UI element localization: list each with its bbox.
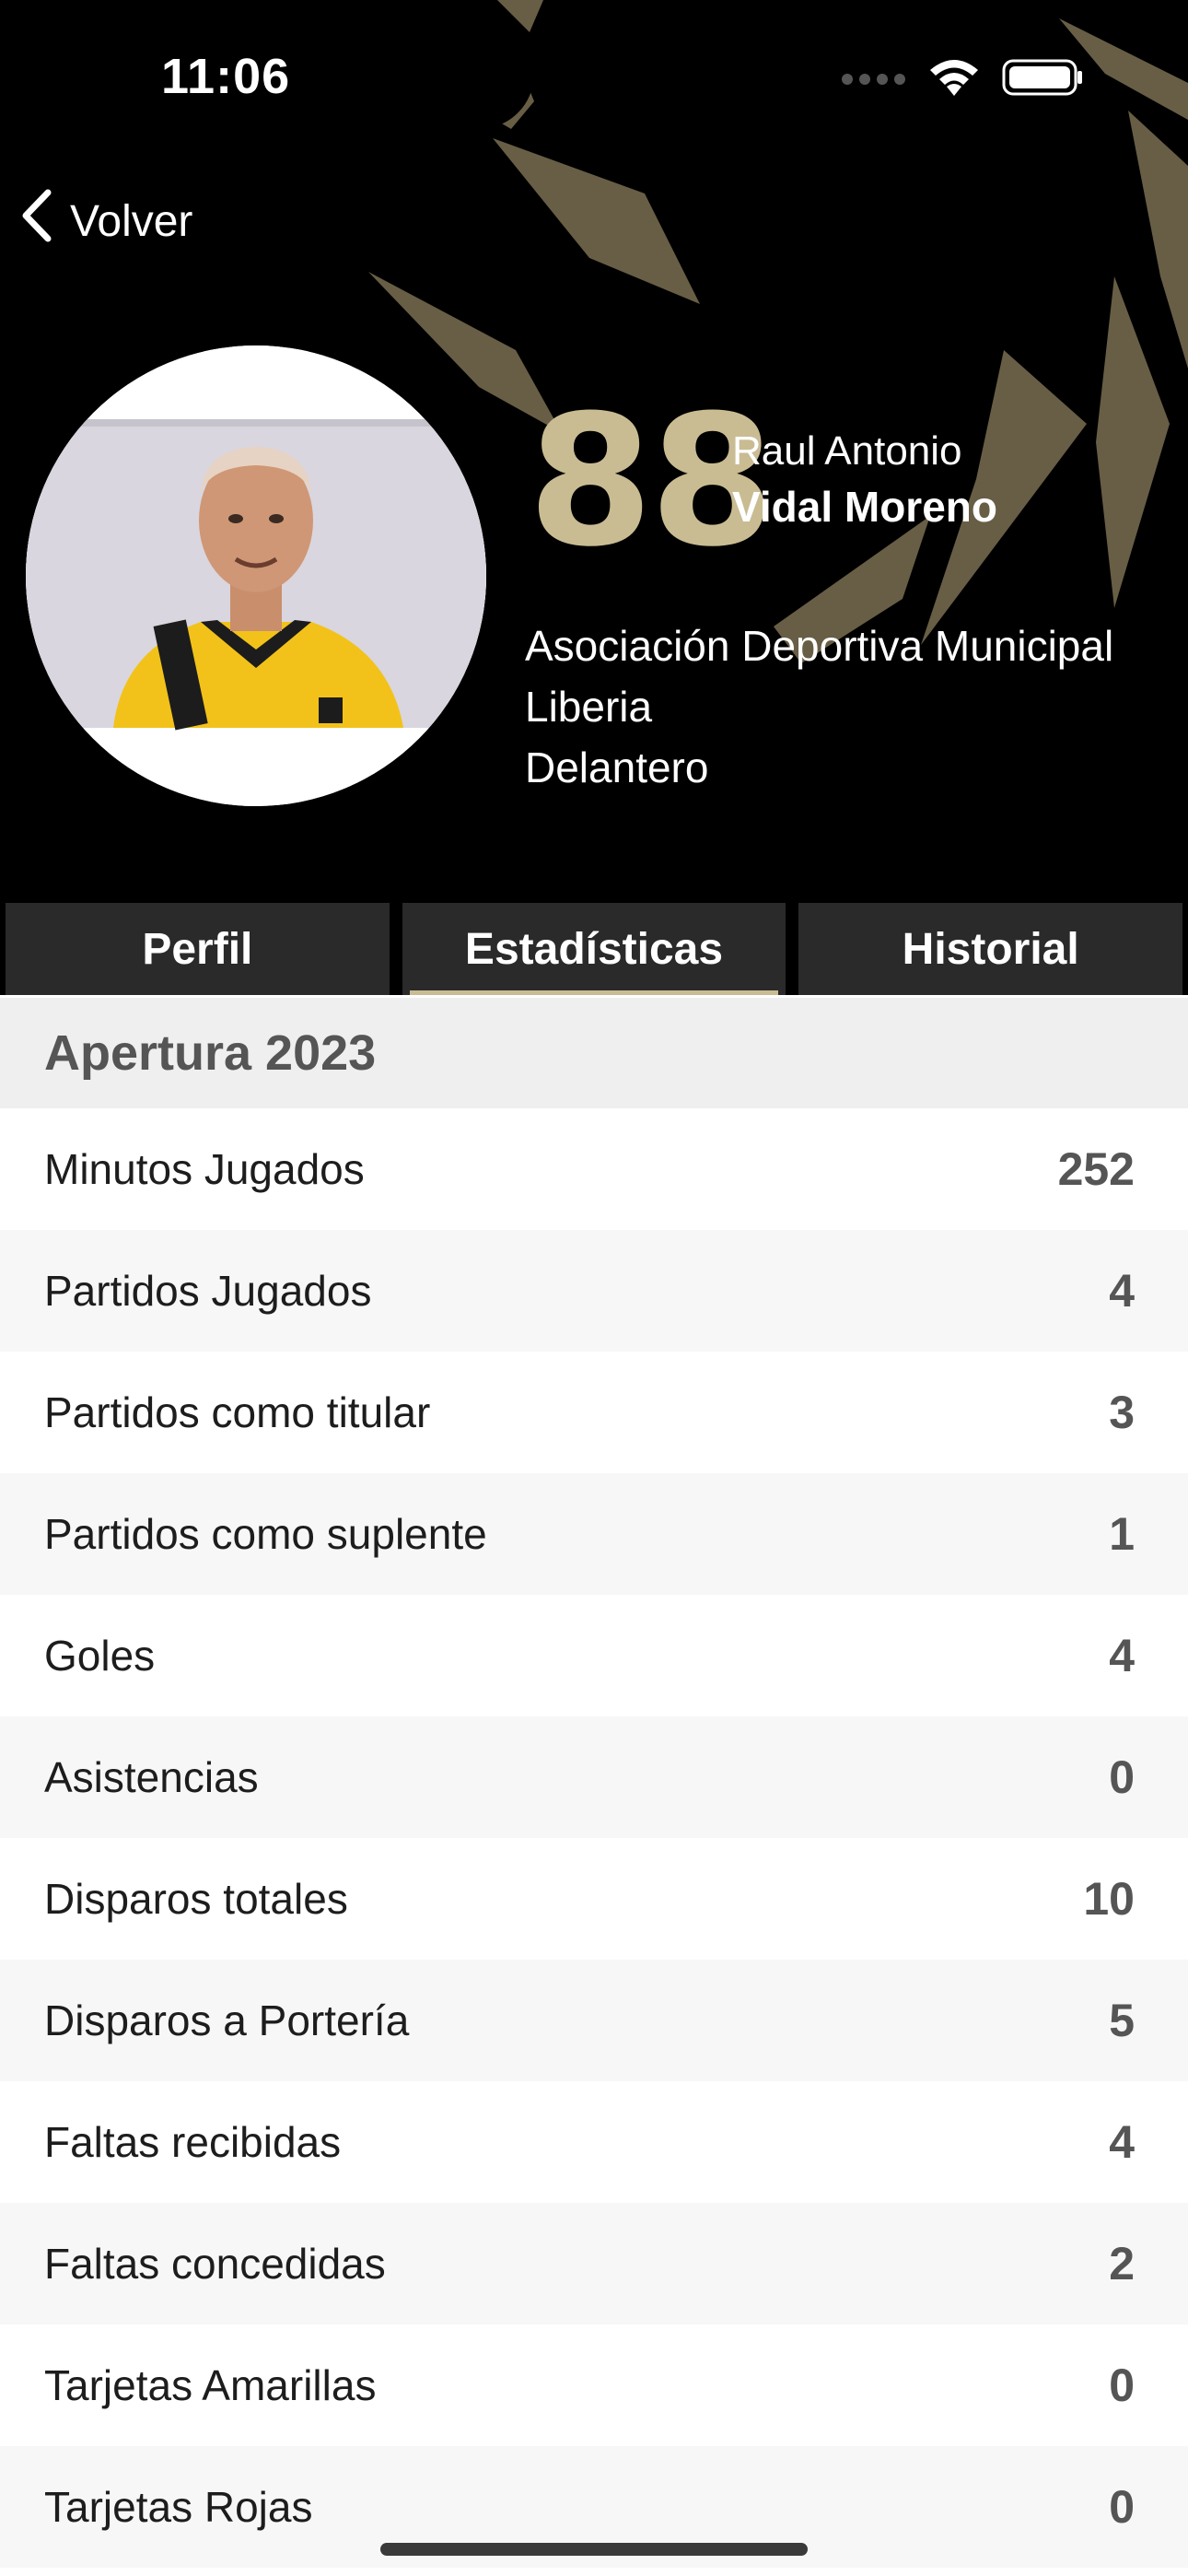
stat-row: Disparos totales 10	[0, 1838, 1188, 1960]
wifi-icon	[926, 57, 982, 102]
player-first-name: Raul Antonio	[732, 428, 962, 474]
stat-row: Minutos Jugados 252	[0, 1108, 1188, 1230]
player-club-info: Asociación Deportiva Municipal Liberia D…	[525, 615, 1113, 798]
stat-value: 4	[1109, 1630, 1135, 1681]
stat-label: Faltas recibidas	[44, 2118, 342, 2166]
club-name-line2: Liberia	[525, 683, 653, 731]
stat-label: Partidos Jugados	[44, 1267, 372, 1315]
tab-historial[interactable]: Historial	[798, 903, 1183, 995]
stat-row: Asistencias 0	[0, 1716, 1188, 1838]
chevron-left-icon	[20, 189, 53, 253]
stat-value: 252	[1057, 1143, 1135, 1195]
stat-row: Partidos como titular 3	[0, 1352, 1188, 1473]
player-header: 11:06 Volver 88 Raul Antonio Vidal Moren…	[0, 0, 1188, 903]
stat-value: 3	[1109, 1387, 1135, 1438]
stat-label: Disparos a Portería	[44, 1996, 410, 2044]
stat-value: 2	[1109, 2238, 1135, 2289]
stat-label: Minutos Jugados	[44, 1145, 365, 1193]
stat-label: Tarjetas Amarillas	[44, 2361, 377, 2409]
player-position: Delantero	[525, 744, 709, 791]
stat-row: Faltas concedidas 2	[0, 2203, 1188, 2324]
status-bar: 11:06	[0, 0, 1188, 147]
home-indicator[interactable]	[380, 2543, 808, 2556]
stat-value: 0	[1109, 1751, 1135, 1803]
back-label: Volver	[70, 196, 193, 246]
stat-value: 4	[1109, 1265, 1135, 1317]
stat-value: 0	[1109, 2359, 1135, 2411]
status-time: 11:06	[161, 49, 291, 104]
stat-value: 1	[1109, 1508, 1135, 1560]
stat-label: Tarjetas Rojas	[44, 2483, 313, 2531]
stat-row: Disparos a Portería 5	[0, 1960, 1188, 2081]
stat-row: Goles 4	[0, 1595, 1188, 1716]
club-name-line1: Asociación Deportiva Municipal	[525, 622, 1114, 670]
back-button[interactable]: Volver	[20, 189, 192, 253]
stat-row: Partidos como suplente 1	[0, 1473, 1188, 1595]
season-header: Apertura 2023	[0, 998, 1188, 1108]
status-icons	[840, 57, 1085, 102]
stat-value: 0	[1109, 2481, 1135, 2533]
stat-value: 4	[1109, 2116, 1135, 2168]
stat-label: Partidos como titular	[44, 1388, 431, 1436]
stat-value: 10	[1083, 1873, 1135, 1925]
stat-label: Asistencias	[44, 1753, 259, 1801]
player-photo	[26, 345, 486, 806]
stat-value: 5	[1109, 1995, 1135, 2046]
player-last-name: Vidal Moreno	[732, 483, 997, 531]
signal-icon	[840, 68, 906, 91]
tab-bar: Perfil Estadísticas Historial	[0, 903, 1188, 995]
stat-label: Goles	[44, 1632, 156, 1680]
stat-row: Tarjetas Amarillas 0	[0, 2324, 1188, 2446]
stats-list: Minutos Jugados 252 Partidos Jugados 4 P…	[0, 1108, 1188, 2568]
tab-perfil[interactable]: Perfil	[6, 903, 390, 995]
stat-label: Disparos totales	[44, 1875, 348, 1923]
stat-label: Faltas concedidas	[44, 2240, 386, 2288]
stat-label: Partidos como suplente	[44, 1510, 487, 1558]
stat-row: Partidos Jugados 4	[0, 1230, 1188, 1352]
battery-icon	[1002, 57, 1085, 102]
stat-row: Faltas recibidas 4	[0, 2081, 1188, 2203]
tab-estadisticas[interactable]: Estadísticas	[402, 903, 786, 995]
